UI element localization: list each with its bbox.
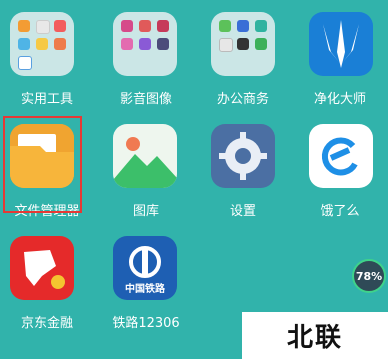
railway-icon-text: 中国铁路: [125, 284, 165, 295]
app-settings[interactable]: 设置: [196, 120, 290, 230]
app-office-folder[interactable]: 办公商务: [196, 8, 290, 118]
settings-gear-icon: [211, 124, 275, 188]
app-label: 铁路12306: [112, 316, 180, 331]
app-label: 设置: [229, 204, 256, 219]
watermark-text: 北联: [242, 312, 388, 359]
railway-logo-icon: 中国铁路: [113, 236, 177, 300]
app-utility-folder[interactable]: 实用工具: [0, 8, 94, 118]
app-label: 办公商务: [216, 92, 269, 107]
app-gallery[interactable]: 图库: [99, 120, 193, 230]
app-eleme[interactable]: 饿了么: [293, 120, 387, 230]
app-label: 影音图像: [119, 92, 172, 107]
app-label: 京东金融: [20, 316, 73, 331]
eleme-icon: [309, 124, 373, 188]
battery-badge[interactable]: 78%: [352, 259, 386, 293]
app-label: 图库: [132, 204, 159, 219]
app-label: 实用工具: [20, 92, 73, 107]
app-label: 净化大师: [313, 92, 366, 107]
cleaner-trident-icon: [309, 12, 373, 76]
utility-folder-icon: [10, 12, 74, 76]
jd-finance-dog-icon: [10, 236, 74, 300]
gallery-mountain-icon: [113, 124, 177, 188]
app-media-folder[interactable]: 影音图像: [99, 8, 193, 118]
office-folder-icon: [211, 12, 275, 76]
media-folder-icon: [113, 12, 177, 76]
app-label: 饿了么: [320, 204, 360, 219]
selection-highlight: [3, 116, 82, 213]
app-cleaner[interactable]: 净化大师: [293, 8, 387, 118]
app-jd-finance[interactable]: 京东金融: [0, 232, 94, 342]
app-railway[interactable]: 中国铁路 铁路12306: [99, 232, 193, 342]
